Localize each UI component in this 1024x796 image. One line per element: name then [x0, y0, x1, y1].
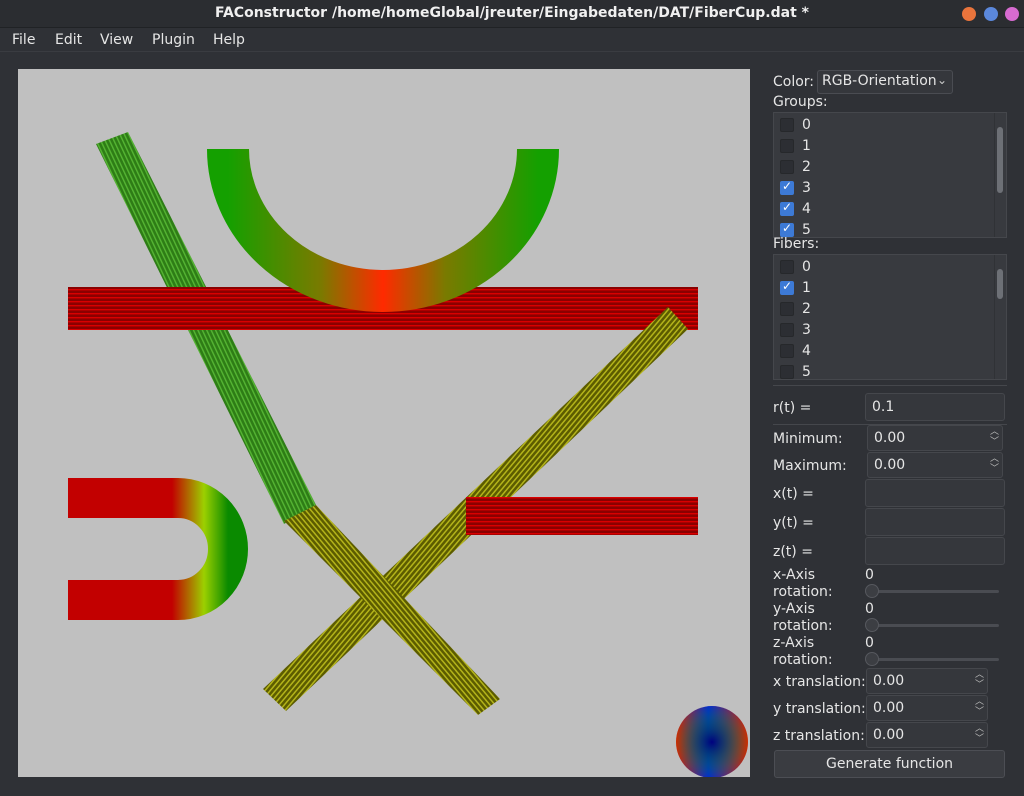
y-rotation-slider[interactable]: [865, 618, 999, 632]
divider: [773, 385, 1007, 386]
chevron-down-icon[interactable]: ﹀: [975, 708, 984, 717]
chevron-up-icon[interactable]: ︿: [990, 455, 999, 464]
y-function-input[interactable]: [865, 508, 1005, 536]
color-label: Color:: [773, 74, 815, 90]
y-rotation-label-2: rotation:: [773, 618, 833, 634]
groups-checkbox-2[interactable]: [780, 160, 794, 174]
x-translation-label: x translation:: [773, 674, 866, 690]
maximize-button[interactable]: [984, 7, 998, 21]
z-function-label: z(t) =: [773, 544, 813, 560]
y-rotation-value: 0: [865, 601, 874, 617]
scrollbar-thumb[interactable]: [997, 127, 1003, 193]
chevron-down-icon: ⌄: [936, 73, 947, 87]
groups-list[interactable]: 0 1 2 3 4 5: [773, 112, 1007, 238]
chevron-down-icon[interactable]: ﹀: [975, 681, 984, 690]
fibers-checkbox-2[interactable]: [780, 302, 794, 316]
color-select[interactable]: RGB-Orientation ⌄: [817, 70, 953, 94]
settings-panel: Color: RGB-Orientation ⌄ Groups: 0 1 2 3…: [765, 66, 1015, 786]
slider-handle[interactable]: [865, 584, 879, 598]
groups-checkbox-0[interactable]: [780, 118, 794, 132]
generate-function-button[interactable]: Generate function: [774, 750, 1005, 778]
fibers-checkbox-5[interactable]: [780, 365, 794, 379]
groups-checkbox-4[interactable]: [780, 200, 794, 216]
menu-bar: File Edit View Plugin Help: [0, 28, 1024, 52]
z-rotation-value: 0: [865, 635, 874, 651]
y-function-label: y(t) =: [773, 515, 814, 531]
red-fiber-bundle-right: [466, 497, 698, 535]
fibers-checkbox-4[interactable]: [780, 344, 794, 358]
y-rotation-label: y-Axis: [773, 601, 815, 617]
slider-handle[interactable]: [865, 618, 879, 632]
title-bar: FAConstructor /home/homeGlobal/jreuter/E…: [0, 0, 1024, 28]
z-translation-label: z translation:: [773, 728, 865, 744]
minimum-spinbox[interactable]: 0.00 ︿ ﹀: [867, 425, 1003, 451]
x-rotation-slider[interactable]: [865, 584, 999, 598]
chevron-down-icon[interactable]: ﹀: [990, 465, 999, 474]
groups-checkbox-5[interactable]: [780, 221, 794, 237]
chevron-up-icon[interactable]: ︿: [975, 698, 984, 707]
chevron-down-icon[interactable]: ﹀: [975, 735, 984, 744]
menu-help[interactable]: Help: [213, 32, 245, 48]
fibers-list[interactable]: 0 1 2 3 4 5: [773, 254, 1007, 380]
groups-checkbox-3[interactable]: [780, 179, 794, 195]
chevron-up-icon[interactable]: ︿: [975, 671, 984, 680]
x-translation-spinbox[interactable]: 0.00 ︿ ﹀: [866, 668, 988, 694]
groups-checkbox-1[interactable]: [780, 139, 794, 153]
fiber-scene: [68, 132, 748, 777]
z-function-input[interactable]: [865, 537, 1005, 565]
close-button[interactable]: [1005, 7, 1019, 21]
x-function-label: x(t) =: [773, 486, 814, 502]
x-rotation-value: 0: [865, 567, 874, 583]
maximum-label: Maximum:: [773, 458, 847, 474]
arc-fiber-bundle: [207, 148, 559, 312]
fibers-scrollbar[interactable]: [994, 255, 1006, 379]
chevron-up-icon[interactable]: ︿: [975, 725, 984, 734]
r-input[interactable]: 0.1: [865, 393, 1005, 421]
3d-viewport[interactable]: [18, 69, 750, 777]
menu-view[interactable]: View: [100, 32, 133, 48]
x-rotation-label: x-Axis: [773, 567, 816, 583]
groups-label: Groups:: [773, 94, 828, 110]
y-translation-spinbox[interactable]: 0.00 ︿ ﹀: [866, 695, 988, 721]
z-rotation-label-2: rotation:: [773, 652, 833, 668]
menu-plugin[interactable]: Plugin: [152, 32, 195, 48]
slider-handle[interactable]: [865, 652, 879, 666]
maximum-spinbox[interactable]: 0.00 ︿ ﹀: [867, 452, 1003, 478]
fibers-label: Fibers:: [773, 236, 820, 252]
groups-scrollbar[interactable]: [994, 113, 1006, 237]
fibers-checkbox-0[interactable]: [780, 260, 794, 274]
chevron-up-icon[interactable]: ︿: [990, 428, 999, 437]
z-translation-spinbox[interactable]: 0.00 ︿ ﹀: [866, 722, 988, 748]
fibers-checkbox-1[interactable]: [780, 279, 794, 295]
chevron-down-icon[interactable]: ﹀: [990, 438, 999, 447]
y-translation-label: y translation:: [773, 701, 866, 717]
x-function-input[interactable]: [865, 479, 1005, 507]
color-select-value: RGB-Orientation: [822, 73, 937, 89]
minimize-button[interactable]: [962, 7, 976, 21]
z-rotation-slider[interactable]: [865, 652, 999, 666]
z-rotation-label: z-Axis: [773, 635, 815, 651]
r-label: r(t) =: [773, 400, 812, 416]
u-fiber-bundle: [68, 478, 248, 620]
fibers-checkbox-3[interactable]: [780, 323, 794, 337]
menu-edit[interactable]: Edit: [55, 32, 82, 48]
window-title: FAConstructor /home/homeGlobal/jreuter/E…: [215, 5, 809, 21]
scrollbar-thumb[interactable]: [997, 269, 1003, 299]
x-rotation-label-2: rotation:: [773, 584, 833, 600]
minimum-label: Minimum:: [773, 431, 843, 447]
menu-file[interactable]: File: [12, 32, 35, 48]
